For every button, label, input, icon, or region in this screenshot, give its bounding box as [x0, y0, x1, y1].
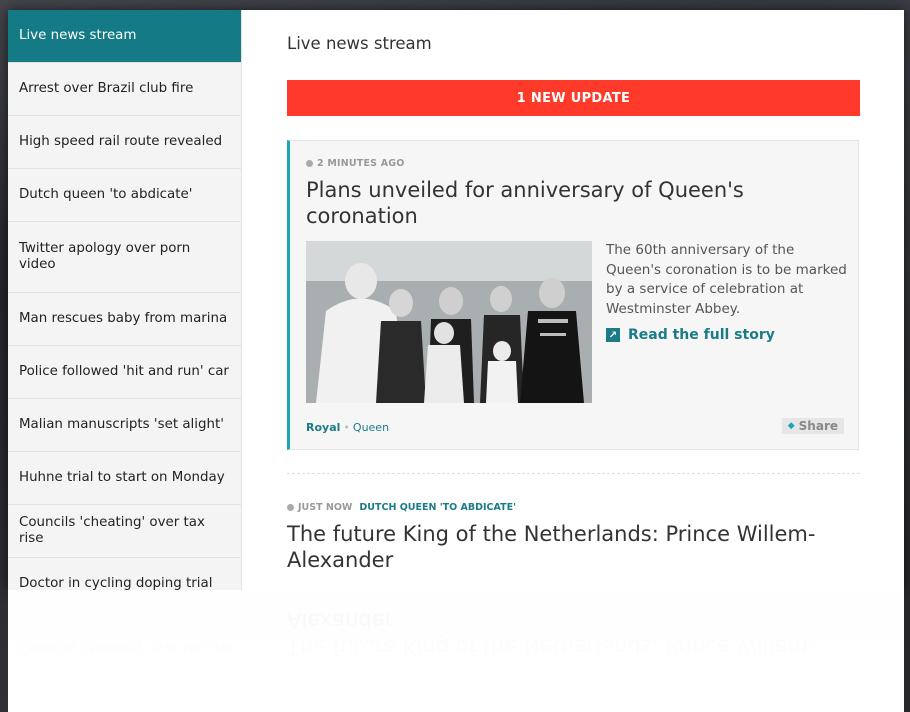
page-title: Live news stream [287, 34, 432, 53]
clock-icon [306, 160, 313, 167]
card-headline[interactable]: Plans unveiled for anniversary of Queen'… [306, 177, 826, 229]
sidebar-item-brazil-fire[interactable]: Arrest over Brazil club fire [8, 63, 241, 116]
external-arrow-icon: ↗ [606, 328, 620, 342]
sidebar-item-malian-manuscripts[interactable]: Malian manuscripts 'set alight' [8, 399, 241, 452]
item2-time-text: JUST NOW [298, 502, 353, 513]
sidebar-item-label: Arrest over Brazil club fire [19, 81, 194, 96]
clock-icon [287, 504, 294, 511]
tag-queen[interactable]: Queen [353, 421, 389, 434]
news-card: 2 MINUTES AGO Plans unveiled for anniver… [287, 140, 859, 450]
sidebar-item-live-news[interactable]: Live news stream [8, 10, 241, 63]
coronation-photo [306, 241, 592, 403]
sidebar-item-cycling-doping[interactable]: Doctor in cycling doping trial [8, 558, 241, 590]
item2-headline[interactable]: The future King of the Netherlands: Prin… [287, 521, 847, 573]
share-icon: ◆ [787, 421, 795, 431]
sidebar-item-label: High speed rail route revealed [19, 134, 223, 149]
read-more-label: Read the full story [628, 327, 775, 343]
sidebar-item-label: Dutch queen 'to abdicate' [19, 187, 193, 202]
sidebar-item-label: Doctor in cycling doping trial [19, 576, 213, 590]
item2-topic-link[interactable]: DUTCH QUEEN 'TO ABDICATE' [359, 502, 516, 513]
new-update-button[interactable]: 1 NEW UPDATE [287, 80, 860, 116]
sidebar-item-label: Councils 'cheating' over tax rise [19, 515, 205, 546]
panel-reflection: Councils 'cheating' over tax rise The fu… [8, 590, 904, 712]
reflection-fade [8, 590, 904, 712]
sidebar-item-hit-and-run[interactable]: Police followed 'hit and run' car [8, 346, 241, 399]
card-timestamp: 2 MINUTES AGO [306, 158, 405, 169]
item2-timestamp: JUST NOW DUTCH QUEEN 'TO ABDICATE' [287, 502, 516, 513]
sidebar-item-councils-tax[interactable]: Councils 'cheating' over tax rise [8, 505, 241, 558]
sidebar-item-huhne-trial[interactable]: Huhne trial to start on Monday [8, 452, 241, 505]
share-button[interactable]: ◆ Share [781, 418, 844, 434]
main-content: Live news stream 1 NEW UPDATE 2 MINUTES … [287, 10, 860, 590]
sidebar-item-twitter-apology[interactable]: Twitter apology over porn video [8, 222, 241, 293]
sidebar-item-label: Malian manuscripts 'set alight' [19, 417, 224, 432]
sidebar-item-label: Huhne trial to start on Monday [19, 470, 225, 485]
news-panel: Live news stream Arrest over Brazil club… [8, 10, 904, 590]
share-label: Share [798, 419, 838, 433]
card-summary: The 60th anniversary of the Queen's coro… [606, 242, 847, 317]
tag-separator: • [343, 421, 350, 434]
tag-royal[interactable]: Royal [306, 421, 340, 434]
sidebar-item-dutch-queen[interactable]: Dutch queen 'to abdicate' [8, 169, 241, 222]
sidebar-item-label: Twitter apology over porn video [19, 241, 191, 272]
sidebar-item-label: Police followed 'hit and run' car [19, 364, 229, 379]
card-time-text: 2 MINUTES AGO [317, 158, 405, 169]
sidebar: Live news stream Arrest over Brazil club… [8, 10, 242, 590]
sidebar-item-rail-route[interactable]: High speed rail route revealed [8, 116, 241, 169]
card-tags: Royal • Queen [306, 421, 389, 434]
sidebar-item-label: Live news stream [19, 28, 137, 43]
item-divider [287, 473, 860, 474]
sidebar-item-label: Man rescues baby from marina [19, 311, 228, 326]
sidebar-item-baby-rescue[interactable]: Man rescues baby from marina [8, 293, 241, 346]
read-full-story-link[interactable]: ↗ Read the full story [606, 327, 775, 343]
